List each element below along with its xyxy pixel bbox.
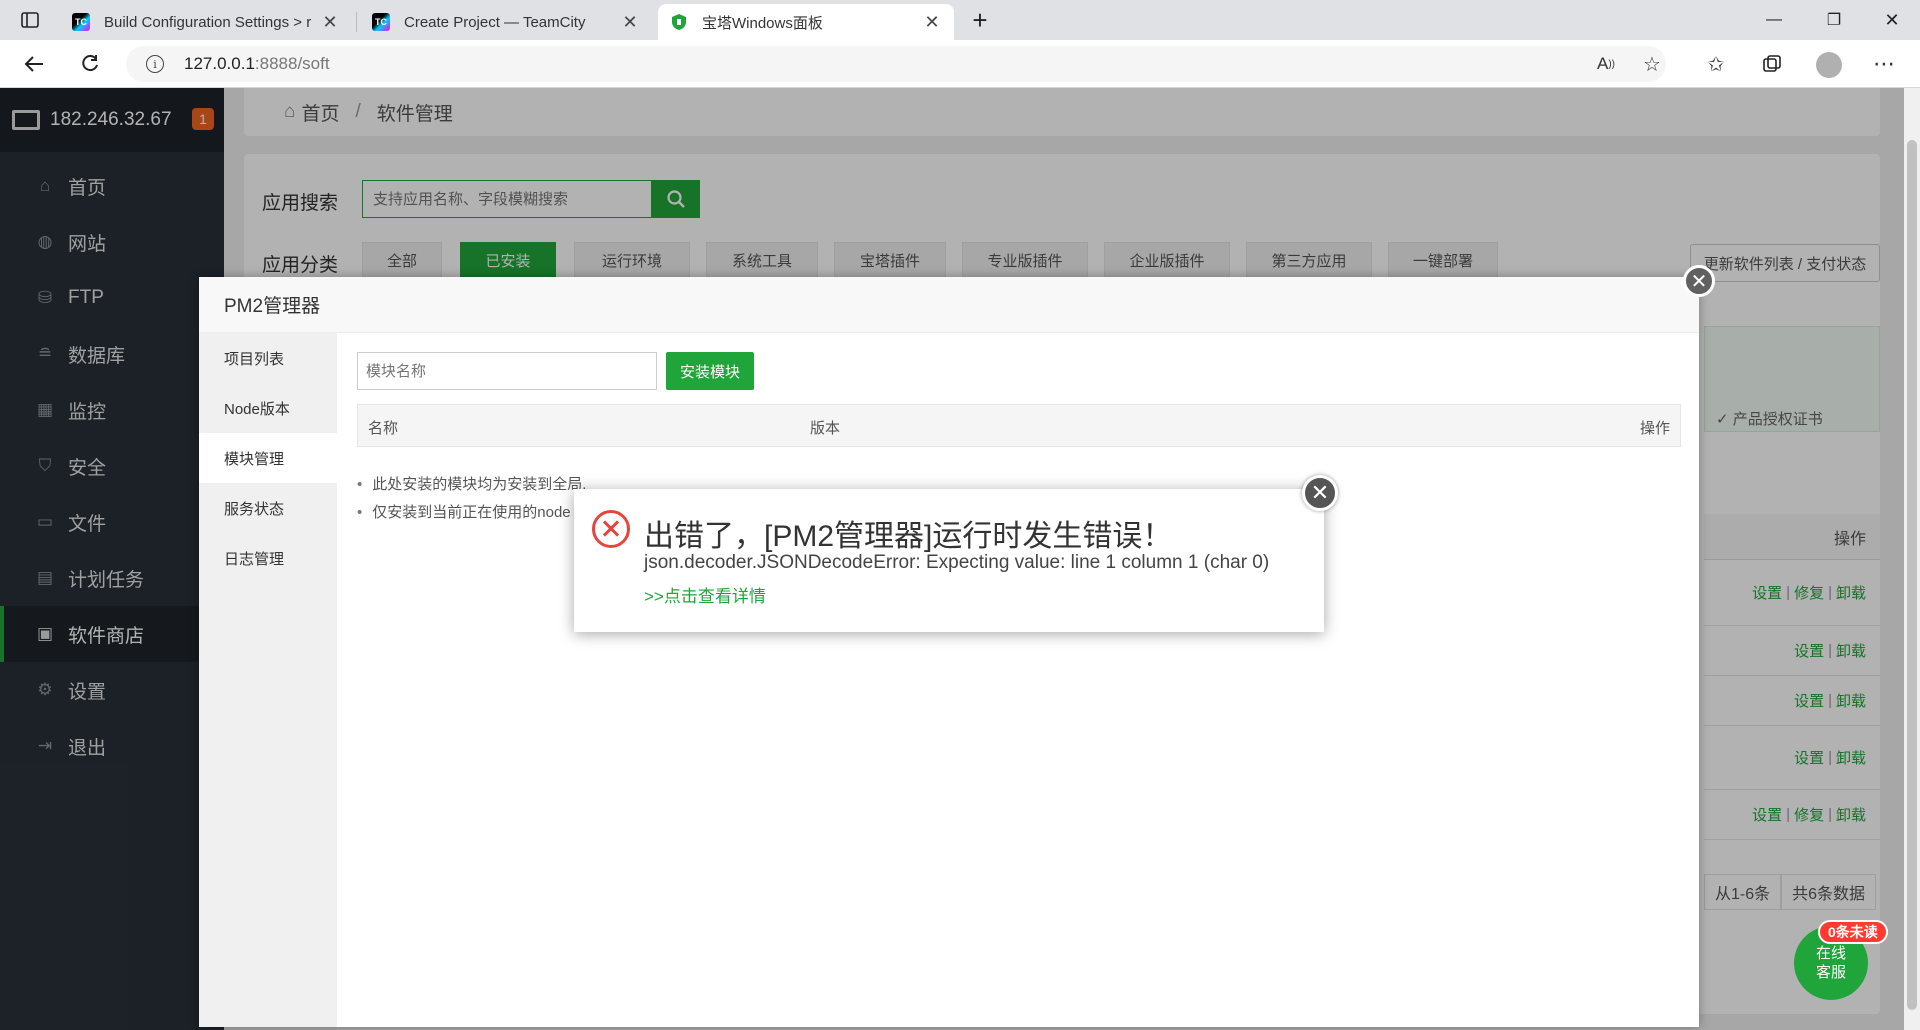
tab-build-configuration[interactable]: TC Build Configuration Settings > ru ✕: [60, 4, 352, 40]
tab-title: Build Configuration Settings > ru: [104, 13, 312, 31]
pm2-nav-node-version[interactable]: Node版本: [199, 383, 337, 433]
error-icon: [592, 510, 630, 548]
close-tab-icon[interactable]: ✕: [620, 12, 640, 33]
error-message: json.decoder.JSONDecodeError: Expecting …: [644, 552, 1270, 573]
pm2-nav-module-management[interactable]: 模块管理: [199, 433, 337, 483]
tab-baota-panel[interactable]: 宝塔Windows面板 ✕: [658, 4, 954, 40]
pm2-nav: 项目列表 Node版本 模块管理 服务状态 日志管理: [199, 333, 337, 1027]
error-close-button[interactable]: ✕: [1302, 475, 1338, 511]
baota-shield-icon: [670, 13, 688, 31]
refresh-icon[interactable]: [74, 48, 106, 80]
teamcity-icon: TC: [72, 13, 90, 31]
tab-title: Create Project — TeamCity: [404, 13, 586, 31]
error-title: 出错了，[PM2管理器]运行时发生错误！: [644, 520, 1173, 553]
profile-avatar[interactable]: [1816, 52, 1842, 78]
close-tab-icon[interactable]: ✕: [922, 12, 942, 33]
unread-badge: 0条未读: [1818, 920, 1888, 944]
pm2-manager-dialog: PM2管理器 ✕ 项目列表 Node版本 模块管理 服务状态 日志管理 安装模块…: [199, 265, 1715, 1027]
site-info-icon[interactable]: i: [146, 55, 164, 73]
support-label: 在线: [1815, 945, 1846, 962]
url-text: 127.0.0.1:8888/soft: [184, 54, 330, 73]
module-table-header: 名称 版本 操作: [357, 404, 1681, 447]
minimize-icon[interactable]: —: [1746, 0, 1802, 40]
pm2-nav-service-status[interactable]: 服务状态: [199, 483, 337, 533]
favorites-icon[interactable]: ✩: [1700, 48, 1732, 80]
close-tab-icon[interactable]: ✕: [320, 12, 340, 33]
new-tab-button[interactable]: +: [952, 0, 1008, 40]
add-favorite-icon[interactable]: ☆: [1636, 48, 1668, 80]
tab-title: 宝塔Windows面板: [702, 14, 823, 32]
pm2-close-button[interactable]: ✕: [1683, 265, 1715, 297]
browser-address-bar: i 127.0.0.1:8888/soft A)) ☆ ✩ ⋯: [0, 40, 1920, 88]
module-note: 此处安装的模块均为安装到全局.: [357, 473, 586, 494]
pm2-nav-project-list[interactable]: 项目列表: [199, 333, 337, 383]
column-operations: 操作: [1639, 420, 1670, 437]
teamcity-icon: TC: [372, 13, 390, 31]
pm2-dialog-title: PM2管理器: [199, 277, 1699, 333]
column-name: 名称: [368, 420, 399, 437]
tab-actions-icon[interactable]: [2, 0, 58, 40]
more-menu-icon[interactable]: ⋯: [1868, 48, 1900, 80]
url-field[interactable]: i 127.0.0.1:8888/soft: [126, 46, 1666, 82]
tab-divider: [356, 12, 357, 32]
scrollbar-thumb[interactable]: [1907, 140, 1917, 1010]
support-label: 客服: [1815, 964, 1846, 981]
vertical-scrollbar[interactable]: [1904, 88, 1920, 1030]
read-aloud-icon[interactable]: A)): [1590, 48, 1622, 80]
back-icon[interactable]: [18, 48, 50, 80]
pm2-nav-log-management[interactable]: 日志管理: [199, 533, 337, 583]
module-note: 仅安装到当前正在使用的node: [357, 501, 570, 522]
maximize-icon[interactable]: ❐: [1806, 0, 1862, 40]
install-module-button[interactable]: 安装模块: [666, 352, 754, 390]
error-dialog: 出错了，[PM2管理器]运行时发生错误！ json.decoder.JSONDe…: [574, 475, 1338, 632]
collections-icon[interactable]: [1756, 48, 1788, 80]
module-name-input[interactable]: [357, 352, 657, 390]
column-version: 版本: [810, 420, 841, 437]
window-close-icon[interactable]: ✕: [1864, 0, 1920, 40]
tab-create-project[interactable]: TC Create Project — TeamCity ✕: [360, 4, 652, 40]
browser-tab-bar: TC Build Configuration Settings > ru ✕ T…: [0, 0, 1920, 40]
error-details-link[interactable]: >>点击查看详情: [644, 582, 766, 607]
